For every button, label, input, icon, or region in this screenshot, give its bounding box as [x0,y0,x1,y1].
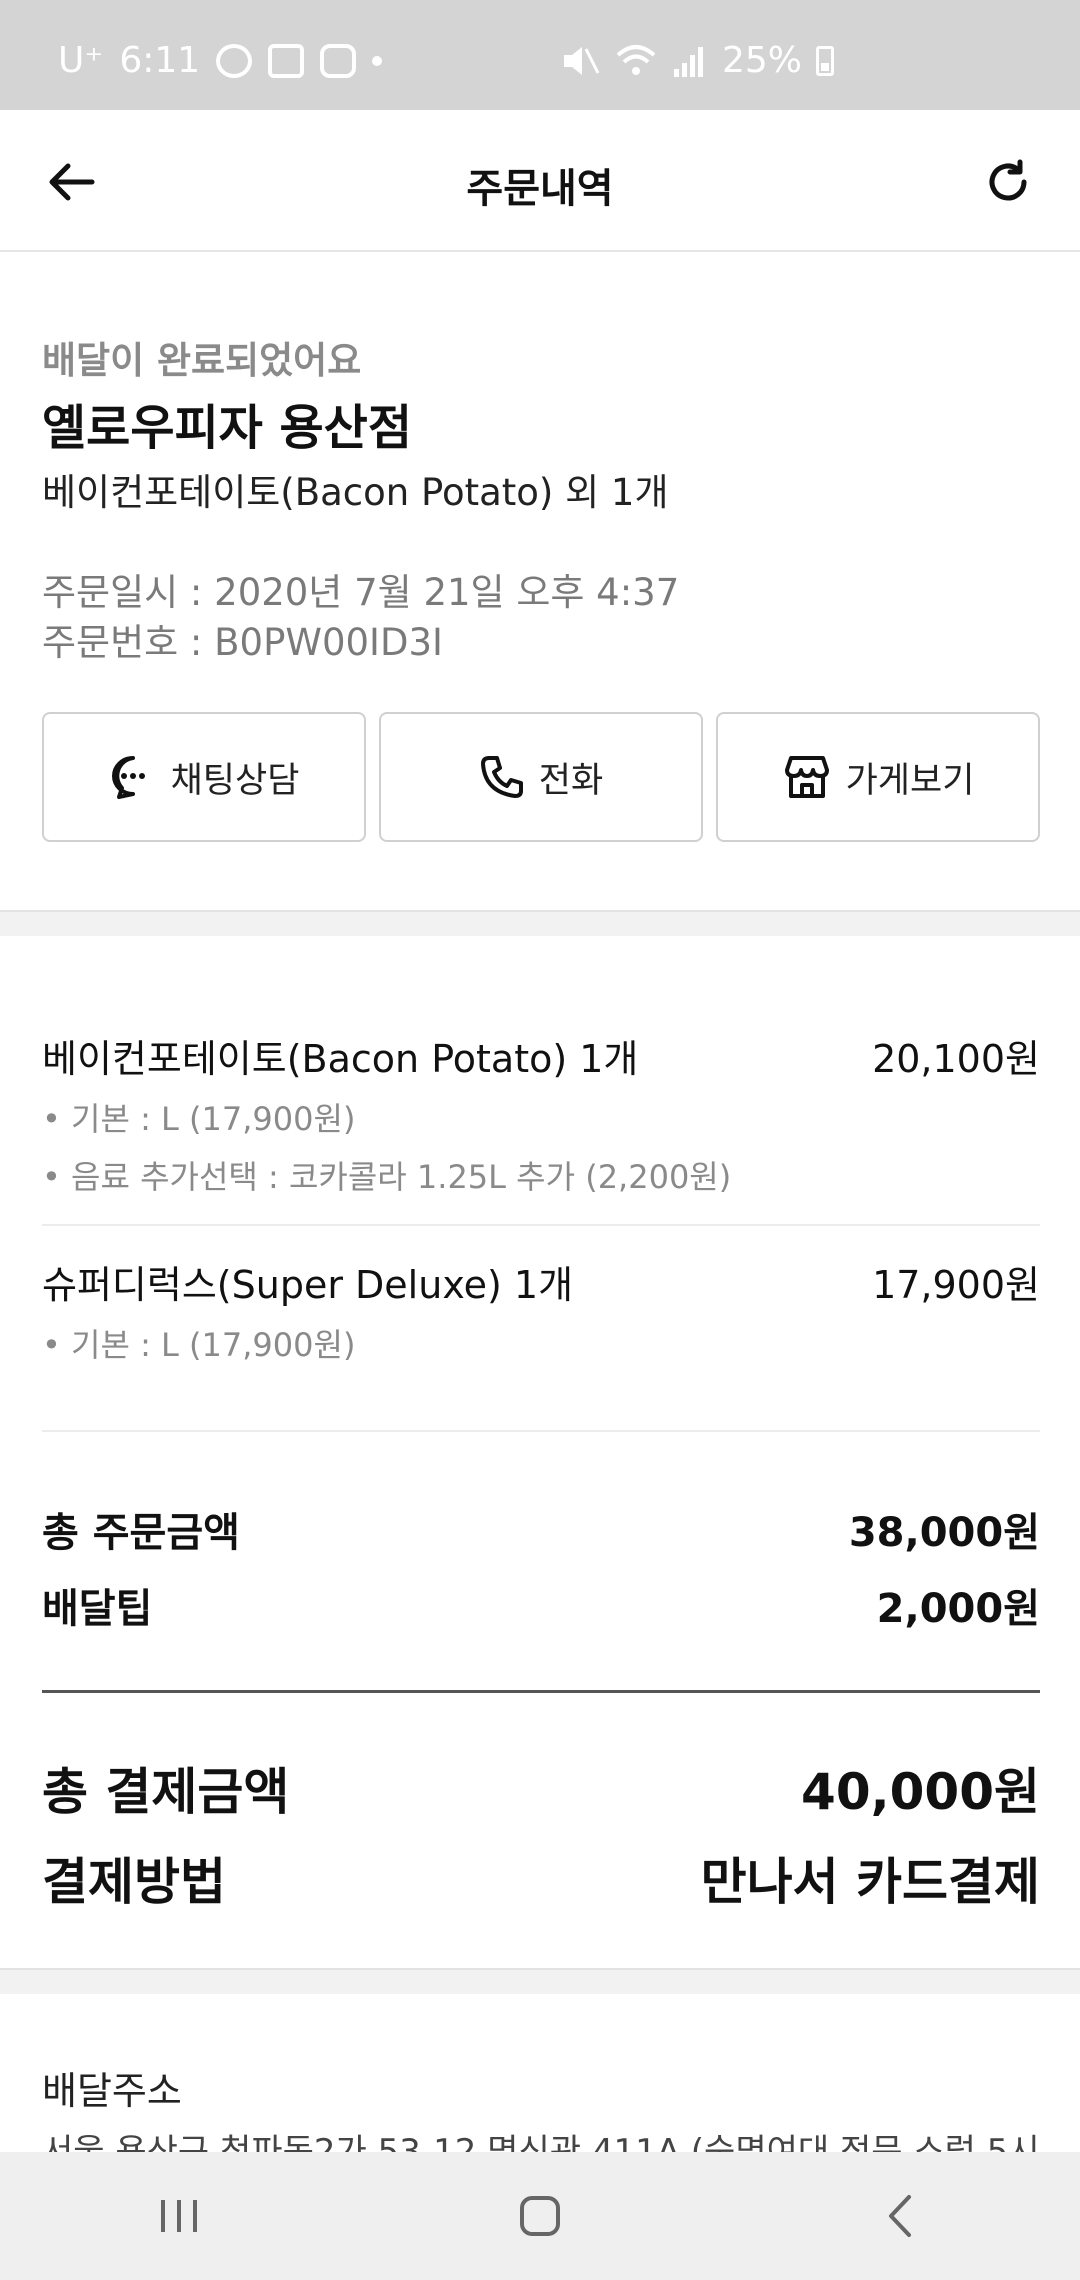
battery-percent: 25% [722,40,803,81]
chevron-left-icon [889,2195,911,2237]
signal-icon [674,46,703,77]
refresh-button[interactable] [976,150,1040,214]
delivery-status: 배달이 완료되었어요 [42,339,362,382]
home-icon [520,2196,560,2236]
instagram-notification-icon [320,43,357,78]
order-summary: 배달이 완료되었어요 옐로우피자 용산점 베이컨포테이토(Bacon Potat… [0,254,1080,910]
payment-method-value: 만나서 카드결제 [700,1853,1040,1911]
chat-bubble-icon [111,756,145,799]
call-label: 전화 [538,760,604,801]
order-date: 주문일시 : 2020년 7월 21일 오후 4:37 [42,571,680,614]
payment-total-row: 총 결제금액 40,000원 [42,1752,1040,1824]
item-name: 베이컨포테이토(Bacon Potato) 1개 [42,1037,639,1081]
clock: 6:11 [119,40,201,81]
total-order-amount-label: 총 주문금액 [42,1510,240,1556]
payment-method-row: 결제방법 만나서 카드결제 [42,1842,1040,1914]
carrier-label: U⁺ [58,40,104,81]
status-left: U⁺ 6:11 [58,40,383,81]
delivery-tip-row: 배달팁 2,000원 [42,1576,1040,1634]
more-notifications-icon [372,55,383,66]
delivery-tip-label: 배달팁 [42,1586,153,1632]
section-divider [0,910,1080,936]
menu-summary: 베이컨포테이토(Bacon Potato) 외 1개 [42,471,669,514]
delivery-tip-value: 2,000원 [876,1586,1040,1632]
payment-total-label: 총 결제금액 [42,1763,290,1821]
status-bar: U⁺ 6:11 25% [0,0,1080,110]
home-button[interactable] [480,2176,600,2256]
view-store-button[interactable]: 가게보기 [716,712,1040,842]
call-button[interactable]: 전화 [379,712,703,842]
status-right: 25% [560,40,835,81]
phone-icon [480,756,523,798]
item-option: • 음료 추가선택 : 코카콜라 1.25L 추가 (2,200원) [42,1158,732,1196]
order-items: 베이컨포테이토(Bacon Potato) 1개 20,100원 • 기본 : … [42,1000,1040,1432]
payment-total-value: 40,000원 [801,1763,1040,1821]
app-header: 주문내역 [0,110,1080,252]
wifi-icon [616,44,656,75]
nav-back-button[interactable] [840,2176,960,2256]
action-buttons: 채팅상담 전화 가게보기 [42,712,1040,842]
gallery-notification-icon [268,43,305,78]
list-item: 베이컨포테이토(Bacon Potato) 1개 20,100원 • 기본 : … [42,1000,1040,1226]
item-name: 슈퍼디럭스(Super Deluxe) 1개 [42,1263,574,1307]
item-option: • 기본 : L (17,900원) [42,1100,356,1138]
chat-consult-label: 채팅상담 [170,760,300,801]
totals-divider [42,1690,1040,1693]
mute-icon [564,46,600,75]
recent-apps-icon [161,2200,197,2232]
store-icon [784,756,829,798]
chat-consult-button[interactable]: 채팅상담 [42,712,366,842]
recent-apps-button[interactable] [120,2176,240,2256]
refresh-icon [989,159,1027,201]
item-price: 17,900원 [872,1263,1040,1307]
item-price: 20,100원 [872,1037,1040,1081]
battery-icon [816,45,835,76]
total-order-amount-row: 총 주문금액 38,000원 [42,1500,1040,1558]
system-nav-bar [0,2152,1080,2280]
section-divider [0,1968,1080,1994]
order-number: 주문번호 : B0PW00ID3I [42,621,443,664]
list-item: 슈퍼디럭스(Super Deluxe) 1개 17,900원 • 기본 : L … [42,1226,1040,1432]
store-name: 옐로우피자 용산점 [42,400,412,456]
item-option: • 기본 : L (17,900원) [42,1326,356,1364]
talk-notification-icon [216,43,253,78]
page-title: 주문내역 [466,166,614,212]
view-store-label: 가게보기 [845,760,975,801]
total-order-amount-value: 38,000원 [848,1510,1040,1556]
payment-method-label: 결제방법 [42,1853,226,1911]
delivery-address-label: 배달주소 [42,2069,182,2113]
